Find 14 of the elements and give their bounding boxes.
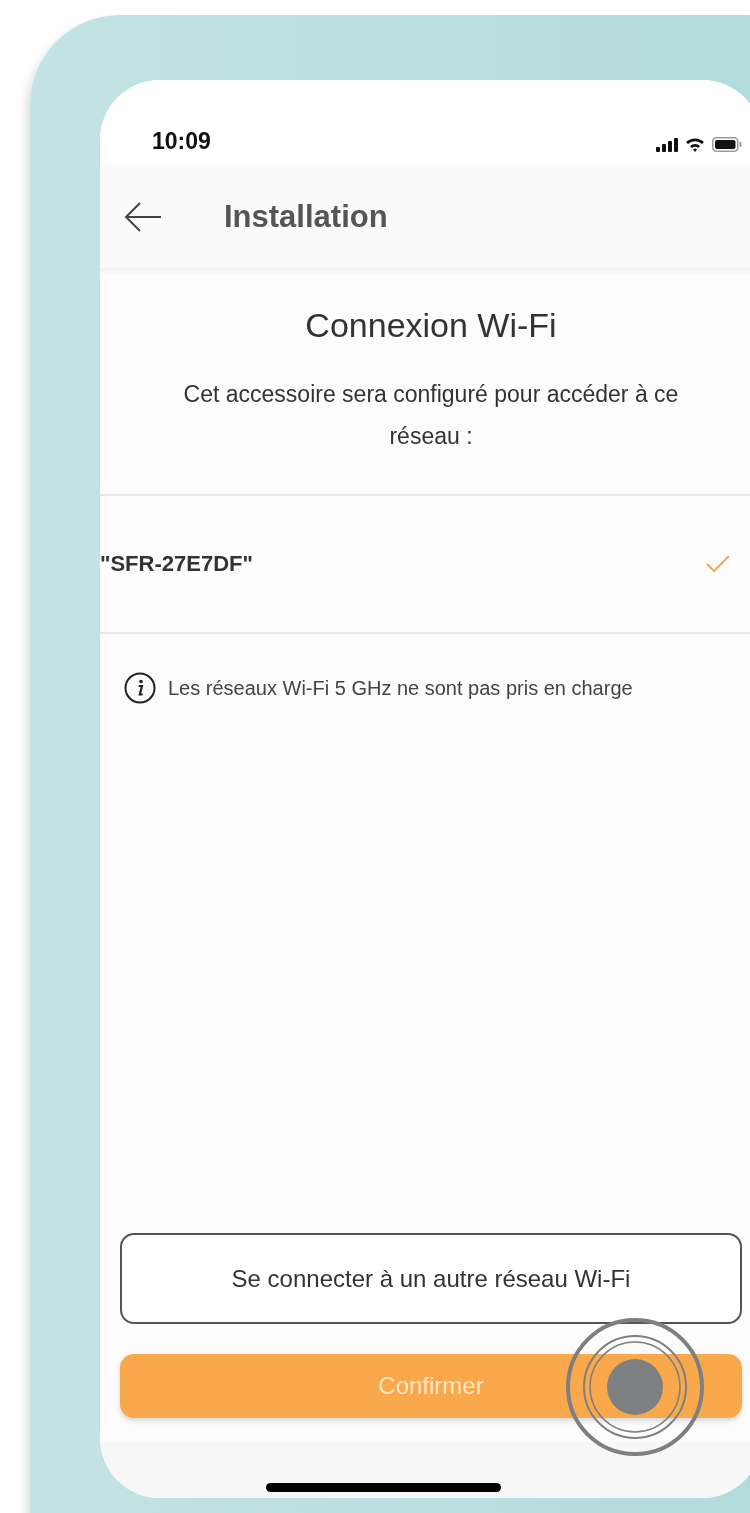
section-heading: Connexion Wi-Fi (304, 306, 558, 345)
touch-indicator-icon (565, 1317, 705, 1457)
back-arrow-icon[interactable] (124, 201, 162, 232)
info-text: Les réseaux Wi-Fi 5 GHz ne sont pas pris en charge (168, 676, 633, 700)
network-row[interactable]: "SFR-27E7DF" (100, 496, 750, 634)
info-icon (124, 672, 156, 704)
signal-icon (656, 137, 678, 152)
checkmark-icon (706, 555, 730, 573)
other-network-button[interactable]: Se connecter à un autre réseau Wi-Fi (120, 1233, 742, 1324)
page-title: Installation (224, 198, 388, 235)
description-text: Cet accessoire sera configuré pour accéder à ce réseau : (182, 380, 680, 451)
wifi-icon (685, 137, 705, 152)
battery-icon (712, 137, 742, 152)
status-time: 10:09 (152, 128, 211, 156)
